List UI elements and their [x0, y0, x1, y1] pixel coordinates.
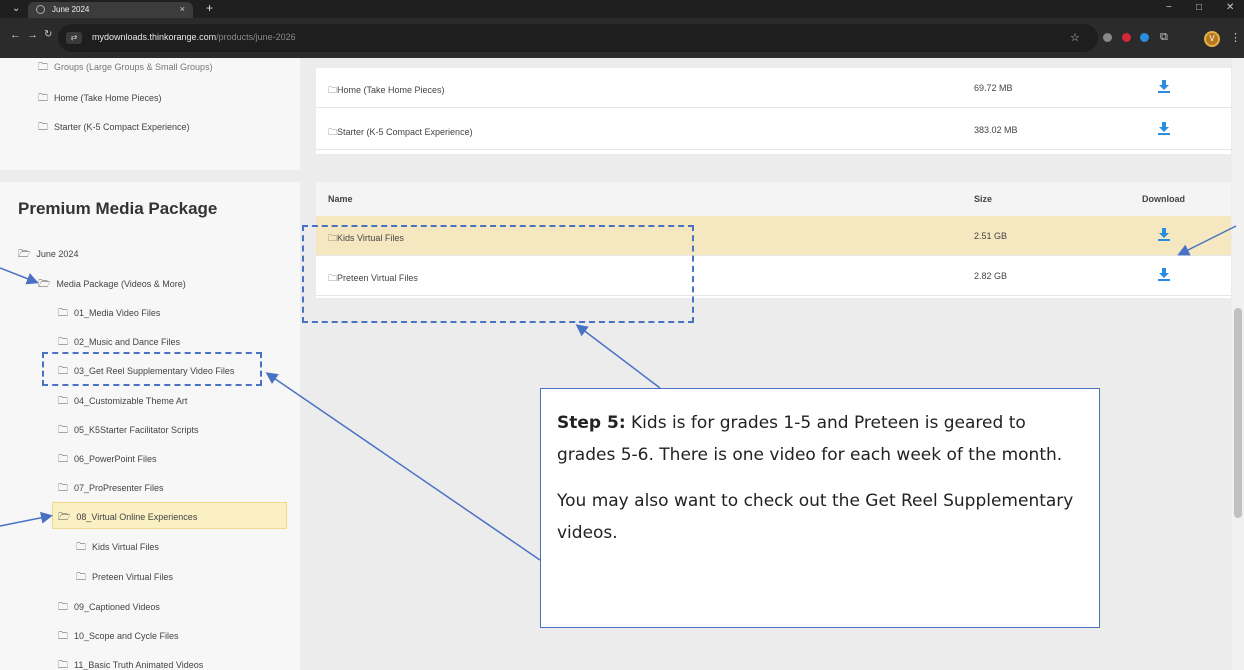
download-icon[interactable] — [1158, 122, 1174, 136]
file-size: 383.02 MB — [974, 125, 1018, 135]
tab-title: June 2024 — [52, 5, 90, 14]
tree-item-07[interactable]: 🗀 07_ProPresenter Files — [58, 481, 164, 498]
folder-open-icon: 🗁 — [18, 249, 31, 260]
tab-search-icon[interactable]: ⌄ — [12, 3, 20, 14]
tree-item-01[interactable]: 🗀 01_Media Video Files — [58, 306, 160, 323]
tree-item-preteen[interactable]: 🗀 Preteen Virtual Files — [76, 570, 173, 587]
maximize-button[interactable]: □ — [1196, 2, 1202, 13]
file-size: 69.72 MB — [974, 83, 1013, 93]
menu-kebab-icon[interactable]: ⋮ — [1230, 31, 1241, 44]
folder-icon: 🗀 — [58, 660, 68, 670]
tree-item-groups[interactable]: 🗀 Groups (Large Groups & Small Groups) — [38, 60, 213, 77]
folder-open-icon: 🗁 — [58, 512, 71, 523]
browser-tab[interactable]: June 2024 × — [28, 2, 193, 18]
url-text[interactable]: mydownloads.thinkorange.com/products/jun… — [92, 32, 296, 42]
close-window-button[interactable]: ✕ — [1226, 2, 1234, 13]
folder-name[interactable]: 🗀Starter (K-5 Compact Experience) — [328, 125, 473, 141]
tree-item-kids[interactable]: 🗀 Kids Virtual Files — [76, 540, 159, 557]
extension-icon[interactable] — [1103, 33, 1112, 42]
tab-favicon-icon — [36, 5, 45, 14]
folder-icon: 🗀 — [38, 93, 48, 104]
profile-avatar[interactable]: V — [1204, 31, 1220, 47]
folder-icon: 🗀 — [58, 602, 68, 613]
folder-icon: 🗀 — [58, 396, 68, 407]
folder-icon: 🗀 — [58, 337, 68, 348]
callout-text-1: Step 5: Kids is for grades 1-5 and Prete… — [557, 413, 1063, 465]
tree-item-starter[interactable]: 🗀 Starter (K-5 Compact Experience) — [38, 120, 190, 137]
folder-icon: 🗀 — [76, 572, 86, 583]
download-icon[interactable] — [1158, 268, 1174, 282]
tab-close-icon[interactable]: × — [180, 4, 185, 14]
tree-item-06[interactable]: 🗀 06_PowerPoint Files — [58, 452, 157, 469]
tree-item-home[interactable]: 🗀 Home (Take Home Pieces) — [38, 91, 162, 108]
table-row[interactable]: 🗀Starter (K-5 Compact Experience) 383.02… — [316, 110, 1231, 150]
tree-item-10[interactable]: 🗀 10_Scope and Cycle Files — [58, 629, 179, 646]
tree-item-02[interactable]: 🗀 02_Music and Dance Files — [58, 335, 180, 352]
tree-item-media-package[interactable]: 🗁 Media Package (Videos & More) — [38, 277, 186, 294]
header-download: Download — [1142, 194, 1185, 204]
annotation-box-files — [302, 225, 694, 323]
back-icon[interactable]: ← — [10, 29, 21, 41]
folder-open-icon: 🗁 — [38, 279, 51, 290]
folder-name[interactable]: 🗀Home (Take Home Pieces) — [328, 83, 445, 99]
folder-icon: 🗀 — [58, 483, 68, 494]
table-header: Name Size Download — [316, 182, 1231, 216]
scrollbar-thumb[interactable] — [1234, 308, 1242, 518]
folder-icon: 🗀 — [38, 122, 48, 133]
bookmark-star-icon[interactable]: ☆ — [1070, 31, 1080, 44]
extension-badge-icon[interactable] — [1140, 33, 1149, 42]
tree-item-08-selected[interactable]: 🗁 08_Virtual Online Experiences — [52, 502, 287, 529]
header-size[interactable]: Size — [974, 194, 992, 204]
tree-item-04[interactable]: 🗀 04_Customizable Theme Art — [58, 394, 187, 411]
tree-item-05[interactable]: 🗀 05_K5Starter Facilitator Scripts — [58, 423, 199, 440]
annotation-box-get-reel — [42, 352, 262, 386]
download-icon[interactable] — [1158, 80, 1174, 94]
premium-title: Premium Media Package — [18, 199, 218, 218]
step-callout: Step 5: Kids is for grades 1-5 and Prete… — [540, 388, 1100, 628]
table-row[interactable]: 🗀Home (Take Home Pieces) 69.72 MB — [316, 68, 1231, 108]
folder-icon: 🗀 — [58, 425, 68, 436]
header-name[interactable]: Name — [328, 194, 353, 204]
category-sidebar: 🗀 Groups (Large Groups & Small Groups) 🗀 H… — [0, 58, 300, 170]
folder-icon: 🗀 — [58, 308, 68, 319]
site-info-icon[interactable]: ⇄ — [66, 32, 82, 44]
reload-icon[interactable]: ↻ — [44, 29, 52, 40]
new-tab-button[interactable]: + — [206, 1, 213, 15]
extensions-puzzle-icon[interactable]: ⧉ — [1160, 31, 1168, 44]
file-size: 2.51 GB — [974, 231, 1008, 241]
vertical-scrollbar[interactable] — [1232, 58, 1244, 670]
forward-icon[interactable]: → — [27, 29, 38, 41]
folder-icon: 🗀 — [58, 454, 68, 465]
adblock-extension-icon[interactable] — [1122, 33, 1131, 42]
download-icon[interactable] — [1158, 228, 1174, 242]
category-table: 🗀Home (Take Home Pieces) 69.72 MB 🗀Start… — [316, 68, 1231, 154]
folder-icon: 🗀 — [38, 62, 48, 73]
browser-toolbar: ← → ↻ ⇄ mydownloads.thinkorange.com/prod… — [0, 18, 1244, 58]
tree-item-june-2024[interactable]: 🗁 June 2024 — [18, 247, 78, 264]
folder-icon: 🗀 — [76, 542, 86, 553]
minimize-button[interactable]: − — [1166, 2, 1172, 13]
tree-item-11[interactable]: 🗀 11_Basic Truth Animated Videos — [58, 658, 203, 670]
folder-icon: 🗀 — [58, 631, 68, 642]
tree-item-09[interactable]: 🗀 09_Captioned Videos — [58, 600, 160, 617]
address-bar[interactable]: ⇄ mydownloads.thinkorange.com/products/j… — [58, 24, 1098, 52]
tab-strip: ⌄ June 2024 × + − □ ✕ — [0, 0, 1244, 18]
callout-text-2: You may also want to check out the Get R… — [557, 491, 1074, 543]
file-size: 2.82 GB — [974, 271, 1008, 281]
